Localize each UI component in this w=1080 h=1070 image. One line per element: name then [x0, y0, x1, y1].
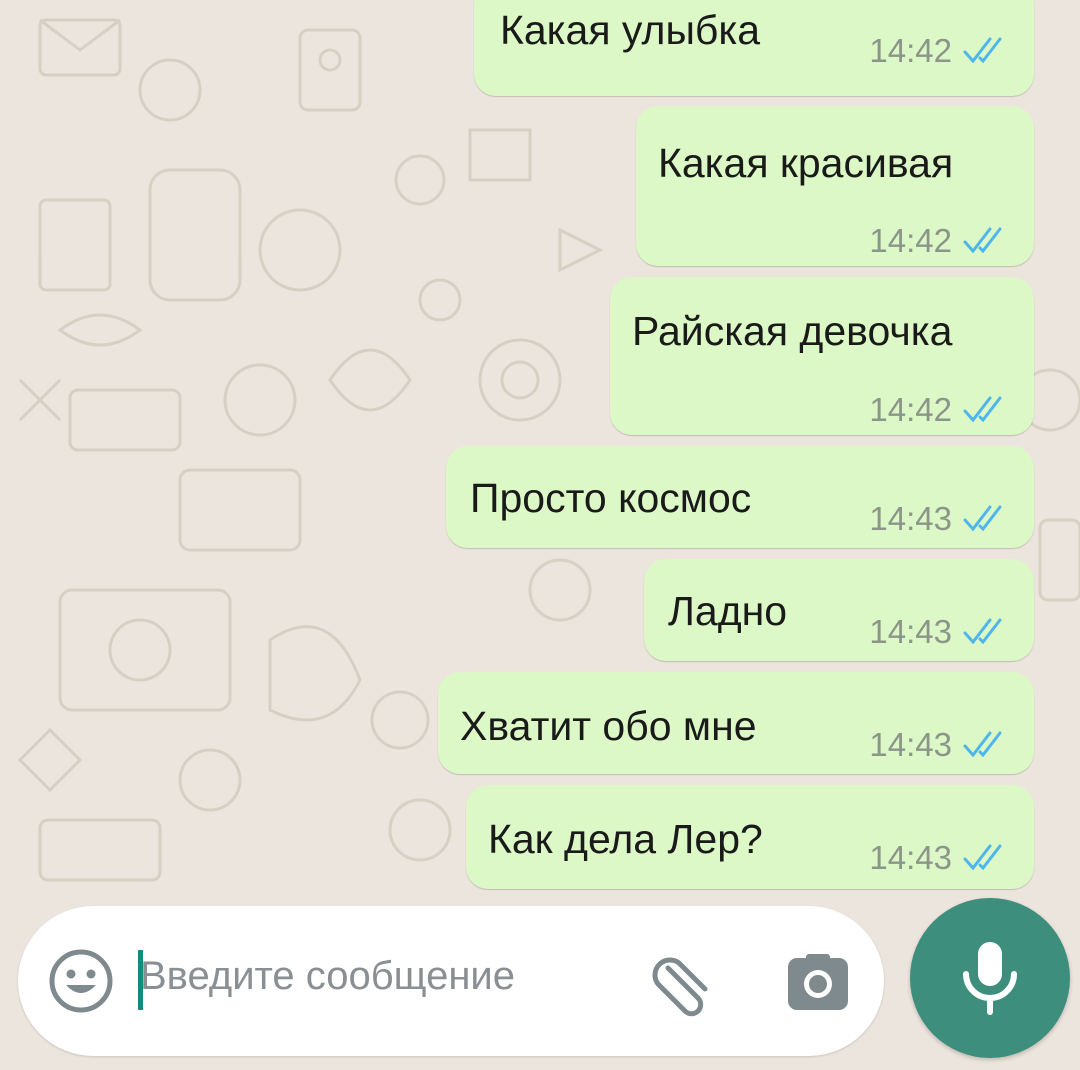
- message-text: Райская девочка: [632, 308, 953, 354]
- message-time: 14:42: [869, 32, 952, 69]
- message-meta: 14:42: [869, 222, 1010, 260]
- message-text: Как дела Лер?: [488, 816, 763, 862]
- message-meta: 14:42: [869, 391, 1010, 429]
- message-time: 14:43: [869, 839, 952, 876]
- message-meta: 14:42: [869, 32, 1010, 70]
- message-text: Просто космос: [470, 475, 752, 521]
- paperclip-icon[interactable]: [648, 950, 718, 1020]
- double-check-icon: [963, 505, 1002, 532]
- double-check-icon: [963, 396, 1002, 423]
- message-bubble[interactable]: Как дела Лер? 14:43: [466, 785, 1034, 889]
- message-bubble[interactable]: Просто космос 14:43: [446, 446, 1034, 548]
- message-bubble[interactable]: Райская девочка 14:42: [610, 277, 1034, 435]
- message-bubble[interactable]: Хватит обо мне 14:43: [438, 672, 1034, 774]
- message-text: Ладно: [668, 588, 788, 634]
- message-bubble[interactable]: Какая красивая 14:42: [636, 106, 1034, 266]
- message-time: 14:43: [869, 613, 952, 650]
- message-input[interactable]: Введите сообщение: [140, 954, 515, 999]
- double-check-icon: [963, 844, 1002, 871]
- camera-icon[interactable]: [786, 952, 850, 1012]
- double-check-icon: [963, 618, 1002, 645]
- message-meta: 14:43: [869, 726, 1010, 764]
- double-check-icon: [963, 227, 1002, 254]
- double-check-icon: [963, 731, 1002, 758]
- message-text: Хватит обо мне: [460, 703, 757, 749]
- message-meta: 14:43: [869, 839, 1010, 877]
- message-bubble[interactable]: Ладно 14:43: [644, 559, 1034, 661]
- message-meta: 14:43: [869, 613, 1010, 651]
- message-time: 14:42: [869, 222, 952, 259]
- double-check-icon: [963, 37, 1002, 64]
- message-text: Какая красивая: [658, 140, 954, 186]
- message-time: 14:43: [869, 500, 952, 537]
- message-bubble[interactable]: Какая улыбка 14:42: [474, 0, 1034, 96]
- message-meta: 14:43: [869, 500, 1010, 538]
- emoji-icon[interactable]: [48, 948, 114, 1014]
- message-time: 14:42: [869, 391, 952, 428]
- voice-message-button[interactable]: [910, 898, 1070, 1058]
- message-text: Какая улыбка: [500, 7, 761, 53]
- message-composer: Введите сообщение: [18, 906, 884, 1056]
- message-time: 14:43: [869, 726, 952, 763]
- microphone-icon: [963, 942, 1017, 1015]
